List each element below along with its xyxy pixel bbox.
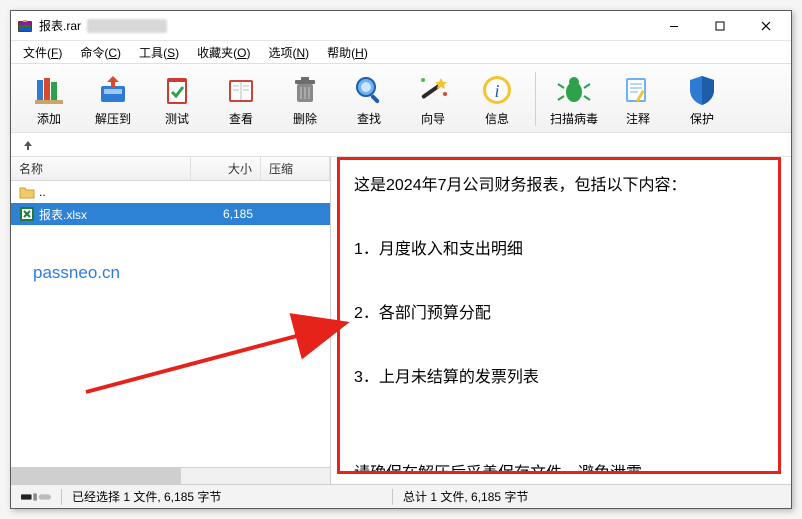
- menu-fav[interactable]: 收藏夹(O): [189, 42, 258, 63]
- tb-add-label: 添加: [37, 110, 61, 127]
- col-compressed[interactable]: 压缩: [261, 157, 330, 180]
- title-extra-blur: [87, 19, 167, 33]
- menu-cmd[interactable]: 命令(C): [72, 42, 129, 63]
- row-parent-dir[interactable]: ..: [11, 181, 330, 203]
- tb-virus-label: 扫描病毒: [550, 110, 598, 127]
- tb-info[interactable]: i 信息: [465, 68, 529, 130]
- tb-virus[interactable]: 扫描病毒: [542, 68, 606, 130]
- note-pencil-icon: [620, 72, 656, 108]
- drawer-out-icon: [95, 72, 131, 108]
- menu-tools[interactable]: 工具(S): [131, 42, 187, 63]
- up-arrow-icon[interactable]: [19, 136, 37, 154]
- row-xlsx[interactable]: 报表.xlsx 6,185: [11, 203, 330, 225]
- tb-find[interactable]: 查找: [337, 68, 401, 130]
- toolbar-separator: [535, 72, 536, 126]
- menu-file[interactable]: 文件(F): [15, 42, 70, 63]
- maximize-button[interactable]: [697, 11, 743, 41]
- clipboard-check-icon: [159, 72, 195, 108]
- app-icon: [17, 18, 33, 34]
- winrar-window: 报表.rar 文件(F) 命令(C) 工具(S) 收藏夹(O) 选项(N) 帮助…: [10, 10, 792, 509]
- archive-comment[interactable]: 这是2024年7月公司财务报表，包括以下内容： 1．月度收入和支出明细 2．各部…: [337, 157, 781, 474]
- row-xlsx-size: 6,185: [191, 207, 261, 221]
- minimize-button[interactable]: [651, 11, 697, 41]
- tb-add[interactable]: 添加: [17, 68, 81, 130]
- comment-pane: 这是2024年7月公司财务报表，包括以下内容： 1．月度收入和支出明细 2．各部…: [331, 157, 791, 484]
- magnifier-icon: [351, 72, 387, 108]
- tb-info-label: 信息: [485, 110, 509, 127]
- menubar: 文件(F) 命令(C) 工具(S) 收藏夹(O) 选项(N) 帮助(H): [11, 41, 791, 63]
- status-device-icon[interactable]: [11, 491, 61, 503]
- statusbar: 已经选择 1 文件, 6,185 字节 总计 1 文件, 6,185 字节: [11, 484, 791, 508]
- svg-text:i: i: [494, 81, 499, 101]
- status-total: 总计 1 文件, 6,185 字节: [393, 488, 538, 505]
- tb-test[interactable]: 测试: [145, 68, 209, 130]
- book-open-icon: [223, 72, 259, 108]
- file-list[interactable]: .. 报表.xlsx 6,185 passneo.cn: [11, 181, 330, 467]
- row-xlsx-name: 报表.xlsx: [39, 206, 87, 223]
- titlebar[interactable]: 报表.rar: [11, 11, 791, 41]
- folder-icon: [19, 184, 35, 200]
- tb-delete-label: 删除: [293, 110, 317, 127]
- tb-extract-label: 解压到: [95, 110, 131, 127]
- info-icon: i: [479, 72, 515, 108]
- tb-view[interactable]: 查看: [209, 68, 273, 130]
- tb-delete[interactable]: 删除: [273, 68, 337, 130]
- trash-icon: [287, 72, 323, 108]
- excel-file-icon: [19, 206, 35, 222]
- window-title: 报表.rar: [39, 17, 81, 34]
- tb-comment-label: 注释: [626, 110, 650, 127]
- tb-protect[interactable]: 保护: [670, 68, 734, 130]
- shield-icon: [684, 72, 720, 108]
- toolbar: 添加 解压到 测试 查看 删除: [11, 63, 791, 133]
- close-button[interactable]: [743, 11, 789, 41]
- books-stack-icon: [31, 72, 67, 108]
- column-headers: 名称 大小 压缩: [11, 157, 330, 181]
- menu-help[interactable]: 帮助(H): [319, 42, 376, 63]
- main-area: 名称 大小 压缩 ..: [11, 157, 791, 484]
- row-parent-name: ..: [39, 185, 46, 199]
- wand-icon: [415, 72, 451, 108]
- watermark-text: passneo.cn: [33, 263, 120, 283]
- path-row: [11, 133, 791, 157]
- menu-opts[interactable]: 选项(N): [260, 42, 317, 63]
- tb-extract[interactable]: 解压到: [81, 68, 145, 130]
- tb-wizard-label: 向导: [421, 110, 445, 127]
- left-hscrollbar[interactable]: [11, 467, 330, 484]
- tb-view-label: 查看: [229, 110, 253, 127]
- tb-protect-label: 保护: [690, 110, 714, 127]
- tb-find-label: 查找: [357, 110, 381, 127]
- tb-comment[interactable]: 注释: [606, 68, 670, 130]
- tb-test-label: 测试: [165, 110, 189, 127]
- status-selection: 已经选择 1 文件, 6,185 字节: [62, 488, 392, 505]
- col-name[interactable]: 名称: [11, 157, 191, 180]
- left-hscroll-thumb[interactable]: [11, 468, 181, 484]
- file-list-pane: 名称 大小 压缩 ..: [11, 157, 331, 484]
- tb-wizard[interactable]: 向导: [401, 68, 465, 130]
- bug-icon: [556, 72, 592, 108]
- col-size[interactable]: 大小: [191, 157, 261, 180]
